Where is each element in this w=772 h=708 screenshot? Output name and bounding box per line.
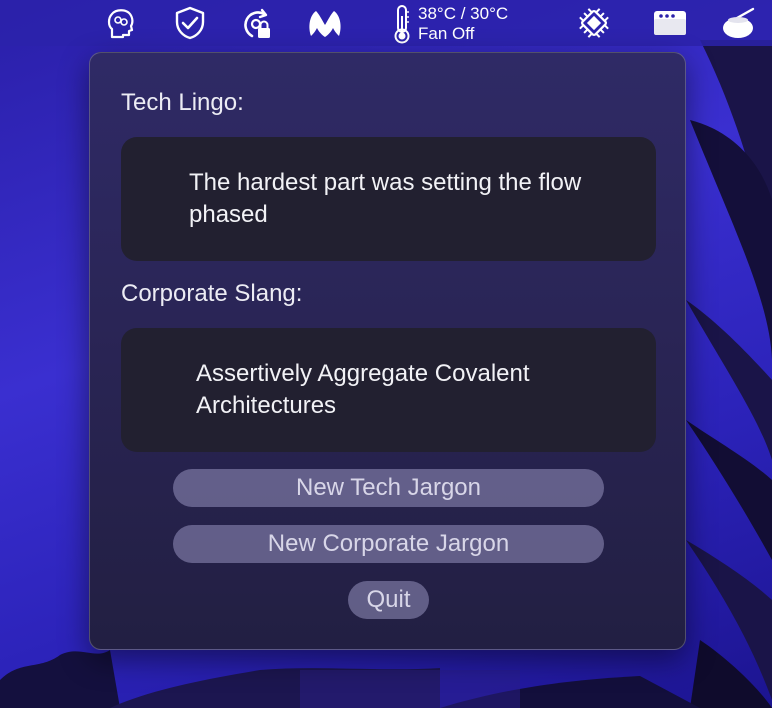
menu-bar: 38°C / 30°C Fan Off xyxy=(0,0,772,46)
tech-lingo-text: The hardest part was setting the flow ph… xyxy=(189,169,582,228)
window-dots-icon[interactable] xyxy=(650,5,690,41)
tech-lingo-label: Tech Lingo: xyxy=(121,89,244,116)
thermometer-icon xyxy=(394,5,410,44)
new-tech-jargon-button[interactable]: New Tech Jargon xyxy=(173,469,604,507)
jargon-popover: Tech Lingo: The hardest part was setting… xyxy=(89,52,686,650)
malwarebytes-icon[interactable] xyxy=(305,5,345,41)
new-corporate-jargon-button[interactable]: New Corporate Jargon xyxy=(173,525,604,563)
quit-button[interactable]: Quit xyxy=(348,581,429,619)
corporate-slang-box: Assertively Aggregate Covalent Architect… xyxy=(121,328,656,452)
temperature-reading: 38°C / 30°C xyxy=(418,4,509,23)
corporate-slang-label: Corporate Slang: xyxy=(121,280,303,307)
temperature-widget[interactable]: 38°C / 30°C Fan Off xyxy=(392,2,508,46)
bowl-icon[interactable] xyxy=(719,5,759,41)
lock-refresh-icon[interactable] xyxy=(237,5,277,41)
fan-status: Fan Off xyxy=(418,24,475,43)
brain-head-icon[interactable] xyxy=(101,5,141,41)
cpu-chip-icon[interactable] xyxy=(574,5,614,41)
shield-check-icon[interactable] xyxy=(170,5,210,41)
tech-lingo-box: The hardest part was setting the flow ph… xyxy=(121,137,656,261)
corporate-slang-text: Assertively Aggregate Covalent Architect… xyxy=(196,360,530,419)
